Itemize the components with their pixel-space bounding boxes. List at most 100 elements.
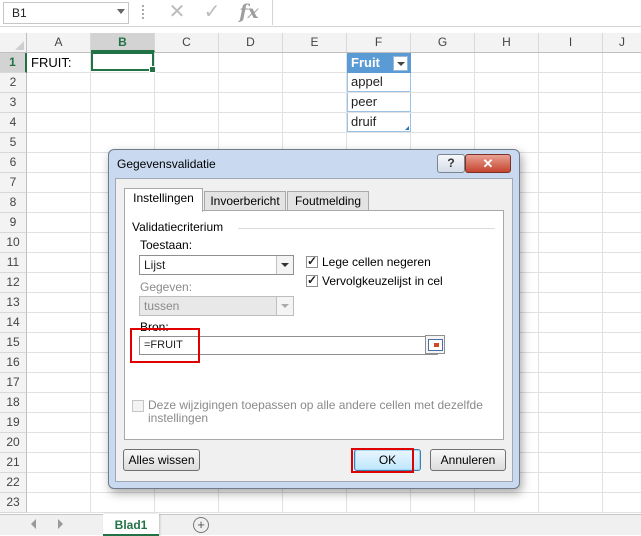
column-header-i[interactable]: I <box>539 33 603 52</box>
in-cell-dropdown-label[interactable]: Vervolgkeuzelijst in cel <box>322 274 443 288</box>
row-header-6[interactable]: 6 <box>0 153 27 173</box>
row-header-8[interactable]: 8 <box>0 193 27 213</box>
row-header-21[interactable]: 21 <box>0 453 27 473</box>
table-resize-handle[interactable] <box>405 126 409 130</box>
formula-input[interactable] <box>272 0 641 25</box>
data-value: tussen <box>144 299 180 313</box>
row-gridline <box>27 492 641 493</box>
range-select-icon <box>428 339 443 351</box>
source-highlight-box <box>130 328 200 363</box>
column-gridline <box>602 53 603 513</box>
column-header-d[interactable]: D <box>219 33 283 52</box>
formula-bar: B1 ✕ ✓ fx <box>0 0 641 27</box>
row-gridline <box>27 132 641 133</box>
table-row[interactable]: peer <box>347 93 411 112</box>
sheet-tab-blad1[interactable]: Blad1 <box>103 514 159 536</box>
select-all-icon <box>15 41 24 50</box>
ok-highlight-box <box>351 448 414 473</box>
next-sheet-icon[interactable] <box>58 519 63 529</box>
tab-foutmelding[interactable]: Foutmelding <box>287 191 369 211</box>
data-validation-dialog: Gegevensvalidatie ? ✕ Instellingen Invoe… <box>108 149 520 489</box>
insert-function-icon[interactable]: fx <box>238 1 260 23</box>
allow-select[interactable]: Lijst <box>139 255 294 275</box>
cell-f4: druif <box>351 114 377 129</box>
row-header-20[interactable]: 20 <box>0 433 27 453</box>
tab-invoerbericht[interactable]: Invoerbericht <box>204 191 286 211</box>
settings-panel: Validatiecriterium Toestaan: Lijst Gegev… <box>124 210 504 440</box>
active-cell-b1[interactable] <box>91 52 156 73</box>
add-sheet-icon[interactable]: + <box>193 517 209 533</box>
row-header-22[interactable]: 22 <box>0 473 27 493</box>
row-gridline <box>27 72 641 73</box>
allow-dropdown-button[interactable] <box>276 256 293 274</box>
name-box-value: B1 <box>12 6 27 20</box>
collapse-dialog-button[interactable] <box>425 335 445 354</box>
table-row[interactable]: appel <box>347 73 411 92</box>
close-icon[interactable]: ✕ <box>465 154 511 173</box>
cancel-button[interactable]: Annuleren <box>430 449 506 471</box>
column-header-j[interactable]: J <box>603 33 641 52</box>
apply-all-label-line2: instellingen <box>148 411 209 425</box>
column-header-b[interactable]: B <box>91 33 155 52</box>
column-header-bar: A B C D E F G H I J <box>0 33 641 53</box>
name-box[interactable]: B1 <box>3 2 129 24</box>
filter-dropdown-button[interactable] <box>393 56 408 71</box>
name-box-dropdown-icon[interactable] <box>117 9 125 14</box>
ignore-blank-label[interactable]: Lege cellen negeren <box>322 255 431 269</box>
row-header-17[interactable]: 17 <box>0 373 27 393</box>
row-header-1[interactable]: 1 <box>0 53 27 73</box>
row-header-5[interactable]: 5 <box>0 133 27 153</box>
allow-label: Toestaan: <box>140 238 193 252</box>
prev-sheet-icon[interactable] <box>31 519 36 529</box>
row-header-3[interactable]: 3 <box>0 93 27 113</box>
fill-handle[interactable] <box>149 66 156 73</box>
cell-f2: appel <box>351 74 383 89</box>
column-header-e[interactable]: E <box>283 33 347 52</box>
row-header-14[interactable]: 14 <box>0 313 27 333</box>
apply-all-label: Deze wijzigingen toepassen op alle ander… <box>148 399 483 425</box>
row-header-16[interactable]: 16 <box>0 353 27 373</box>
row-header-13[interactable]: 13 <box>0 293 27 313</box>
apply-all-label-line1: Deze wijzigingen toepassen op alle ander… <box>148 398 483 412</box>
row-header-4[interactable]: 4 <box>0 113 27 133</box>
select-all-corner[interactable] <box>0 33 27 52</box>
clear-all-button[interactable]: Alles wissen <box>123 449 200 471</box>
row-header-19[interactable]: 19 <box>0 413 27 433</box>
row-header-15[interactable]: 15 <box>0 333 27 353</box>
row-header-12[interactable]: 12 <box>0 273 27 293</box>
cell-a1[interactable]: FRUIT: <box>31 53 71 72</box>
data-dropdown-button <box>276 297 293 315</box>
column-header-a[interactable]: A <box>27 33 91 52</box>
criteria-group-label: Validatiecriterium <box>132 220 224 234</box>
row-gridline <box>27 112 641 113</box>
formula-bar-grip[interactable] <box>142 5 146 19</box>
data-label: Gegeven: <box>140 280 193 294</box>
row-header-9[interactable]: 9 <box>0 213 27 233</box>
help-icon[interactable]: ? <box>437 154 465 173</box>
table-row[interactable]: druif <box>347 113 411 132</box>
sheet-tab-bar: Blad1 + <box>0 514 641 536</box>
row-header-2[interactable]: 2 <box>0 73 27 93</box>
enter-icon[interactable]: ✓ <box>201 1 223 23</box>
column-header-h[interactable]: H <box>475 33 539 52</box>
cancel-icon[interactable]: ✕ <box>166 1 188 23</box>
row-header-7[interactable]: 7 <box>0 173 27 193</box>
row-header-18[interactable]: 18 <box>0 393 27 413</box>
column-header-f[interactable]: F <box>347 33 411 52</box>
data-select: tussen <box>139 296 294 316</box>
table-header-label: Fruit <box>351 55 380 70</box>
row-header-23[interactable]: 23 <box>0 493 27 513</box>
row-header-11[interactable]: 11 <box>0 253 27 273</box>
row-gridline <box>27 512 641 513</box>
column-header-g[interactable]: G <box>411 33 475 52</box>
column-header-c[interactable]: C <box>155 33 219 52</box>
row-header-10[interactable]: 10 <box>0 233 27 253</box>
tab-instellingen[interactable]: Instellingen <box>124 188 203 212</box>
column-gridline <box>538 53 539 513</box>
dialog-title: Gegevensvalidatie <box>117 157 216 171</box>
group-divider <box>238 228 495 229</box>
table-header-fruit[interactable]: Fruit <box>347 53 411 73</box>
in-cell-dropdown-checkbox[interactable] <box>306 273 318 287</box>
ignore-blank-checkbox[interactable] <box>306 254 318 268</box>
cell-f3: peer <box>351 94 378 109</box>
